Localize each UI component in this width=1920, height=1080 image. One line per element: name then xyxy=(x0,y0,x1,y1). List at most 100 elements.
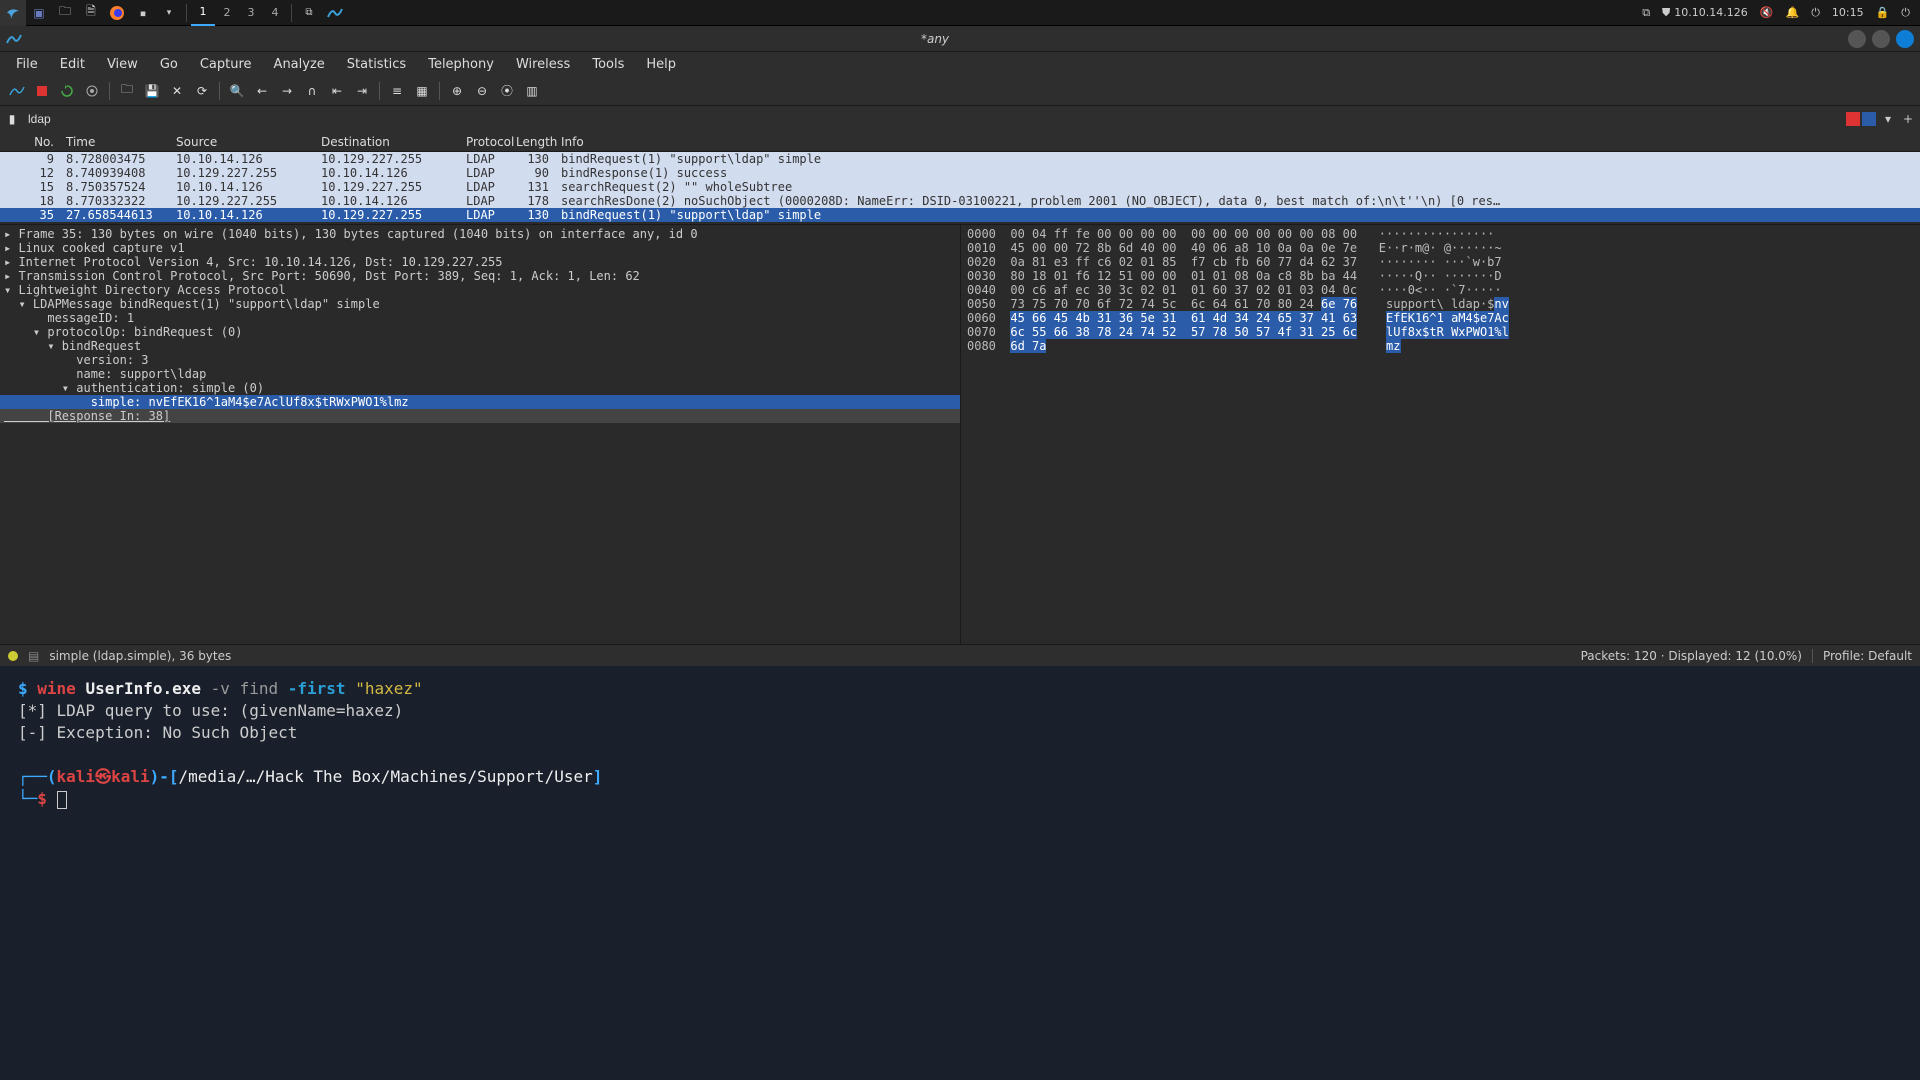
tree-line[interactable]: [Response In: 38] xyxy=(0,409,960,423)
terminal[interactable]: $ wine UserInfo.exe -v find -first "haxe… xyxy=(0,666,1920,1080)
window-list-icon[interactable]: ⧉ xyxy=(296,0,322,26)
go-last-icon[interactable]: ⇥ xyxy=(351,80,373,102)
status-profile[interactable]: Profile: Default xyxy=(1823,649,1912,663)
tree-line[interactable]: ▸ Frame 35: 130 bytes on wire (1040 bits… xyxy=(0,227,960,241)
lock-icon[interactable]: 🔒 xyxy=(1876,6,1890,19)
expert-info-icon[interactable] xyxy=(8,651,18,661)
network-icon[interactable]: ⏻ xyxy=(1811,6,1820,20)
tree-line[interactable]: simple: nvEfEK16^1aM4$e7AclUf8x$tRWxPWO1… xyxy=(0,395,960,409)
menu-analyze[interactable]: Analyze xyxy=(264,54,335,75)
filter-add-icon[interactable]: + xyxy=(1900,112,1916,126)
save-file-icon[interactable]: 💾 xyxy=(141,80,163,102)
go-to-packet-icon[interactable]: ∩ xyxy=(301,80,323,102)
menu-tools[interactable]: Tools xyxy=(582,54,634,75)
maximize-button[interactable] xyxy=(1872,30,1890,48)
firefox-icon[interactable] xyxy=(104,0,130,26)
workspace-3[interactable]: 3 xyxy=(239,0,263,26)
col-header-protocol[interactable]: Protocol xyxy=(460,133,510,151)
workspace-4[interactable]: 4 xyxy=(263,0,287,26)
col-header-source[interactable]: Source xyxy=(170,133,315,151)
hex-line[interactable]: 0030 80 18 01 f6 12 51 00 00 01 01 08 0a… xyxy=(967,269,1914,283)
menu-capture[interactable]: Capture xyxy=(190,54,262,75)
menu-wireless[interactable]: Wireless xyxy=(506,54,580,75)
terminal-dropdown-icon[interactable]: ▾ xyxy=(156,0,182,26)
packet-row[interactable]: 188.77033232210.129.227.25510.10.14.126L… xyxy=(0,194,1920,208)
packet-row[interactable]: 98.72800347510.10.14.12610.129.227.255LD… xyxy=(0,152,1920,166)
packet-row[interactable]: 128.74093940810.129.227.25510.10.14.126L… xyxy=(0,166,1920,180)
filter-bookmark-icon[interactable]: ▮ xyxy=(4,111,20,127)
clock[interactable]: 10:15 xyxy=(1832,6,1864,19)
display-filter-input[interactable] xyxy=(24,109,1842,129)
col-header-time[interactable]: Time xyxy=(60,133,170,151)
col-header-length[interactable]: Length xyxy=(510,133,555,151)
tree-line[interactable]: name: support\ldap xyxy=(0,367,960,381)
notifications-icon[interactable]: 🔔 xyxy=(1785,6,1799,19)
zoom-in-icon[interactable]: ⊕ xyxy=(446,80,468,102)
reload-icon[interactable]: ⟳ xyxy=(191,80,213,102)
go-first-icon[interactable]: ⇤ xyxy=(326,80,348,102)
files-icon[interactable]: 🗀 xyxy=(52,0,78,26)
tree-line[interactable]: version: 3 xyxy=(0,353,960,367)
close-button[interactable] xyxy=(1896,30,1914,48)
tree-line[interactable]: ▸ Internet Protocol Version 4, Src: 10.1… xyxy=(0,255,960,269)
menu-help[interactable]: Help xyxy=(636,54,686,75)
tree-line[interactable]: ▾ LDAPMessage bindRequest(1) "support\ld… xyxy=(0,297,960,311)
power-icon[interactable]: ⏻ xyxy=(1901,6,1910,20)
workspace-2[interactable]: 2 xyxy=(215,0,239,26)
kali-menu-icon[interactable] xyxy=(0,0,26,26)
auto-scroll-icon[interactable]: ≡ xyxy=(386,80,408,102)
menu-go[interactable]: Go xyxy=(150,54,188,75)
resize-columns-icon[interactable]: ▥ xyxy=(521,80,543,102)
tree-line[interactable]: ▾ authentication: simple (0) xyxy=(0,381,960,395)
tree-line[interactable]: ▾ bindRequest xyxy=(0,339,960,353)
hex-line[interactable]: 0000 00 04 ff fe 00 00 00 00 00 00 00 00… xyxy=(967,227,1914,241)
hex-line[interactable]: 0070 6c 55 66 38 78 24 74 52 57 78 50 57… xyxy=(967,325,1914,339)
text-editor-icon[interactable]: 🗎 xyxy=(78,0,104,26)
zoom-reset-icon[interactable]: ⦿ xyxy=(496,80,518,102)
close-file-icon[interactable]: ✕ xyxy=(166,80,188,102)
go-forward-icon[interactable]: → xyxy=(276,80,298,102)
hex-line[interactable]: 0060 45 66 45 4b 31 36 5e 31 61 4d 34 24… xyxy=(967,311,1914,325)
packet-row[interactable]: 158.75035752410.10.14.12610.129.227.255L… xyxy=(0,180,1920,194)
restart-capture-icon[interactable] xyxy=(56,80,78,102)
tree-line[interactable]: ▾ Lightweight Directory Access Protocol xyxy=(0,283,960,297)
menu-file[interactable]: File xyxy=(6,54,48,75)
packet-row[interactable]: 3527.65854461310.10.14.12610.129.227.255… xyxy=(0,208,1920,222)
capture-options-icon[interactable] xyxy=(81,80,103,102)
screen-icon[interactable]: ⧉ xyxy=(1642,6,1650,20)
col-header-no[interactable]: No. xyxy=(0,133,60,151)
col-header-info[interactable]: Info xyxy=(555,133,1920,151)
wireshark-taskbar-icon[interactable] xyxy=(322,0,348,26)
stop-capture-icon[interactable] xyxy=(31,80,53,102)
packet-bytes-pane[interactable]: 0000 00 04 ff fe 00 00 00 00 00 00 00 00… xyxy=(960,225,1920,644)
menu-view[interactable]: View xyxy=(97,54,148,75)
tree-line[interactable]: ▾ protocolOp: bindRequest (0) xyxy=(0,325,960,339)
filter-dropdown-icon[interactable]: ▾ xyxy=(1880,112,1896,126)
menu-edit[interactable]: Edit xyxy=(50,54,95,75)
open-file-icon[interactable]: 🗀 xyxy=(116,80,138,102)
start-capture-icon[interactable] xyxy=(6,80,28,102)
folder-icon[interactable]: ▣ xyxy=(26,0,52,26)
hex-line[interactable]: 0080 6d 7a mz xyxy=(967,339,1914,353)
tree-line[interactable]: ▸ Transmission Control Protocol, Src Por… xyxy=(0,269,960,283)
volume-muted-icon[interactable]: 🔇 xyxy=(1760,6,1774,19)
col-header-destination[interactable]: Destination xyxy=(315,133,460,151)
terminal-icon[interactable]: ▪ xyxy=(130,0,156,26)
hex-line[interactable]: 0010 45 00 00 72 8b 6d 40 00 40 06 a8 10… xyxy=(967,241,1914,255)
workspace-1[interactable]: 1 xyxy=(191,0,215,26)
menu-telephony[interactable]: Telephony xyxy=(418,54,504,75)
hex-line[interactable]: 0040 00 c6 af ec 30 3c 02 01 01 60 37 02… xyxy=(967,283,1914,297)
hex-line[interactable]: 0020 0a 81 e3 ff c6 02 01 85 f7 cb fb 60… xyxy=(967,255,1914,269)
tree-line[interactable]: ▸ Linux cooked capture v1 xyxy=(0,241,960,255)
go-back-icon[interactable]: ← xyxy=(251,80,273,102)
capture-file-icon[interactable]: ▤ xyxy=(28,649,39,663)
packet-details-pane[interactable]: ▸ Frame 35: 130 bytes on wire (1040 bits… xyxy=(0,225,960,644)
packet-list[interactable]: No. Time Source Destination Protocol Len… xyxy=(0,132,1920,224)
find-packet-icon[interactable]: 🔍 xyxy=(226,80,248,102)
minimize-button[interactable] xyxy=(1848,30,1866,48)
hex-line[interactable]: 0050 73 75 70 70 6f 72 74 5c 6c 64 61 70… xyxy=(967,297,1914,311)
zoom-out-icon[interactable]: ⊖ xyxy=(471,80,493,102)
colorize-icon[interactable]: ▦ xyxy=(411,80,433,102)
menu-statistics[interactable]: Statistics xyxy=(337,54,416,75)
tree-line[interactable]: messageID: 1 xyxy=(0,311,960,325)
